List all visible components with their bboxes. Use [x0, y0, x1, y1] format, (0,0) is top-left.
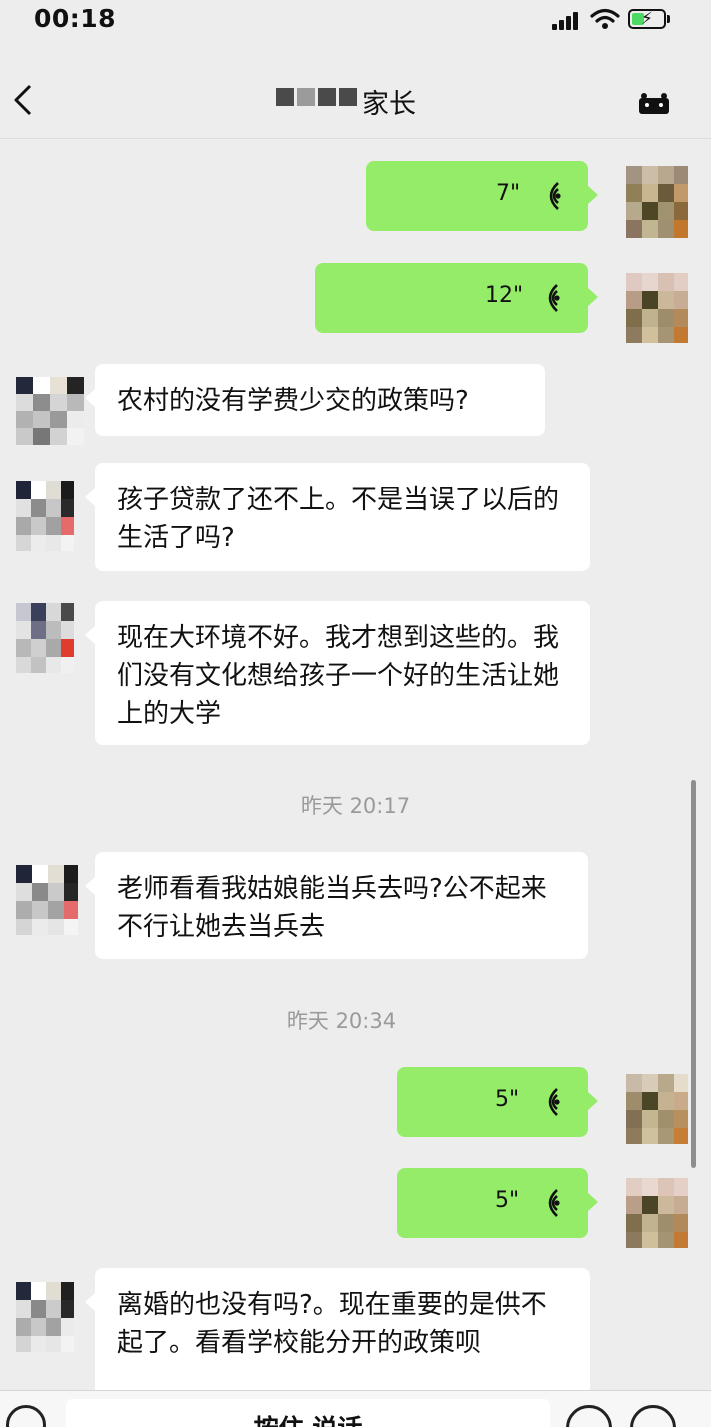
text-message-incoming[interactable]: 现在大环境不好。我才想到这些的。我们没有文化想给孩子一个好的生活让她上的大学 [85, 601, 590, 745]
parent-avatar[interactable] [16, 481, 74, 551]
wifi-icon [590, 8, 620, 29]
parent-avatar[interactable] [16, 1282, 74, 1352]
battery-charging-icon: ⚡ [628, 9, 666, 29]
message-text: 现在大环境不好。我才想到这些的。我们没有文化想给孩子一个好的生活让她上的大学 [117, 623, 560, 729]
voice-wave-icon [548, 1189, 560, 1217]
voice-wave-icon [548, 284, 560, 312]
hold-to-talk-button[interactable]: 按住 说话 [66, 1399, 550, 1427]
voice-message-outgoing[interactable]: 5" [397, 1067, 598, 1137]
voice-wave-icon [549, 182, 561, 210]
my-avatar[interactable] [626, 166, 688, 238]
plus-icon[interactable] [630, 1405, 676, 1427]
voice-message-outgoing[interactable]: 5" [397, 1168, 598, 1238]
status-time: 00:18 [34, 4, 117, 33]
voice-message-outgoing[interactable]: 7" [366, 161, 598, 231]
battery-cap [667, 15, 670, 23]
message-text: 老师看看我姑娘能当兵去吗?公不起来不行让她去当兵去 [117, 874, 547, 942]
hold-to-talk-label: 按住 说话 [66, 1409, 550, 1427]
scrollbar[interactable] [691, 780, 696, 1168]
contact-name-redacted [276, 88, 357, 106]
more-options-icon[interactable] [636, 92, 672, 116]
message-list[interactable]: 7" 12" 农村的没有学费少交的政策吗? 孩子贷款了还不上。不是当误了以后的生… [0, 139, 711, 1390]
emoji-icon[interactable] [566, 1405, 612, 1427]
parent-avatar[interactable] [16, 377, 84, 445]
voice-duration: 5" [495, 1188, 520, 1213]
message-text: 离婚的也没有吗?。现在重要的是供不起了。看看学校能分开的政策呗 [117, 1290, 547, 1358]
voice-duration: 7" [496, 181, 521, 206]
text-message-incoming[interactable]: 孩子贷款了还不上。不是当误了以后的生活了吗? [85, 463, 590, 571]
keyboard-icon[interactable] [6, 1405, 46, 1427]
message-text: 孩子贷款了还不上。不是当误了以后的生活了吗? [117, 485, 560, 553]
input-bar: 按住 说话 [0, 1390, 711, 1427]
my-avatar[interactable] [626, 1074, 688, 1144]
timestamp: 昨天 20:34 [286, 1009, 397, 1033]
text-message-incoming[interactable]: 农村的没有学费少交的政策吗? [85, 364, 545, 436]
chat-title: 家长 [362, 89, 416, 120]
my-avatar[interactable] [626, 273, 688, 343]
back-chevron-icon[interactable] [8, 80, 38, 120]
parent-avatar[interactable] [16, 603, 74, 673]
text-message-incoming[interactable]: 离婚的也没有吗?。现在重要的是供不起了。看看学校能分开的政策呗 [85, 1268, 590, 1390]
voice-message-outgoing[interactable]: 12" [315, 263, 598, 333]
my-avatar[interactable] [626, 1178, 688, 1248]
status-bar: 00:18 ⚡ [0, 0, 711, 44]
voice-duration: 12" [485, 283, 524, 308]
parent-avatar[interactable] [16, 865, 78, 935]
chat-header: 家长 [0, 60, 711, 139]
message-text: 农村的没有学费少交的政策吗? [117, 386, 469, 416]
text-message-incoming[interactable]: 老师看看我姑娘能当兵去吗?公不起来不行让她去当兵去 [85, 852, 588, 959]
voice-wave-icon [548, 1088, 560, 1116]
voice-duration: 5" [495, 1087, 520, 1112]
signal-icon [552, 12, 582, 30]
timestamp: 昨天 20:17 [300, 794, 411, 818]
